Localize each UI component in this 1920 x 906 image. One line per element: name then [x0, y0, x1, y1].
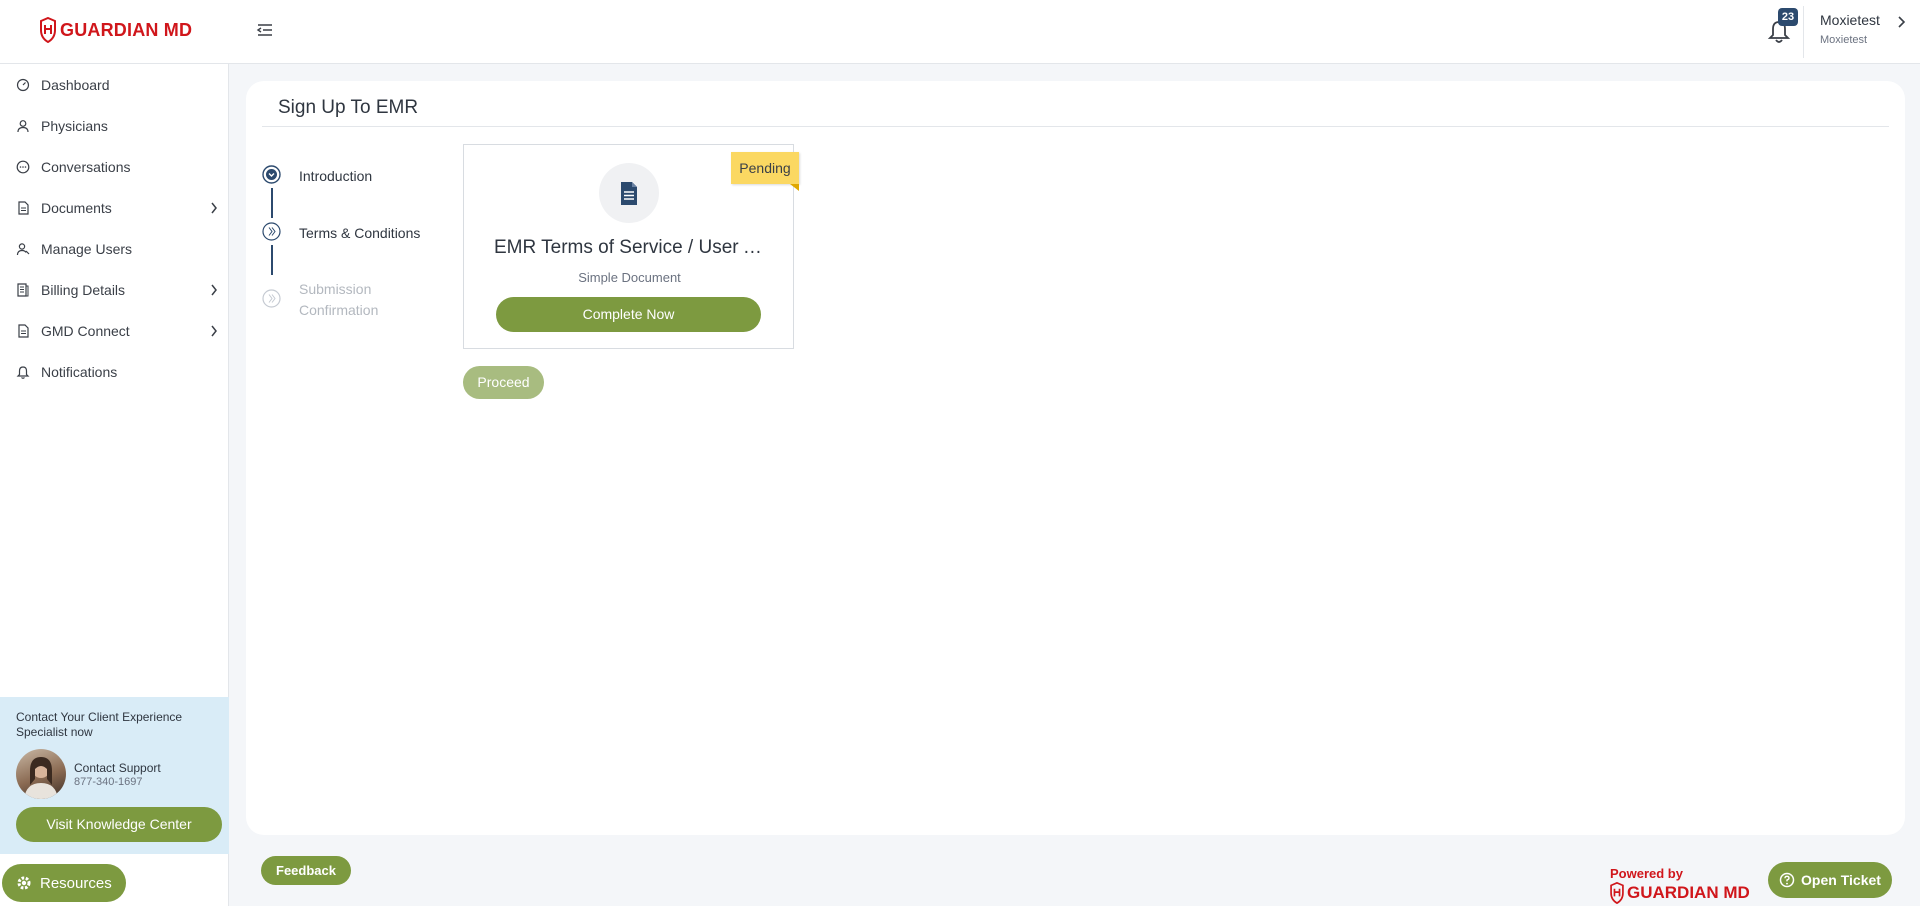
gear-icon — [17, 876, 31, 890]
sidebar-item-conversations[interactable]: Conversations — [0, 146, 228, 187]
visit-knowledge-center-button[interactable]: Visit Knowledge Center — [16, 807, 222, 842]
chevron-right-icon — [211, 325, 217, 336]
document-title: EMR Terms of Service / User Agreement — [494, 237, 769, 258]
step-current-icon — [262, 222, 281, 241]
support-panel: Contact Your Client Experience Specialis… — [0, 697, 229, 854]
sidebar-item-label: GMD Connect — [41, 322, 130, 339]
top-bar: GUARDIAN MD 23 Moxietest Moxietest — [0, 0, 1920, 64]
dashboard-gauge-icon — [16, 78, 30, 91]
chat-bubble-icon — [16, 160, 30, 173]
step-label: Submission Confirmation — [299, 281, 379, 318]
support-avatar — [16, 749, 66, 799]
person-photo-icon — [24, 757, 58, 799]
sidebar-item-documents[interactable]: Documents — [0, 187, 228, 228]
help-circle-icon — [1779, 872, 1795, 888]
users-icon — [16, 242, 30, 255]
document-icon — [18, 200, 29, 215]
powered-by-label: Powered by — [1610, 866, 1683, 881]
support-title: Contact Your Client Experience Specialis… — [16, 710, 183, 739]
complete-now-button[interactable]: Complete Now — [496, 297, 761, 332]
billing-icon — [17, 282, 29, 297]
file-text-icon — [621, 181, 637, 205]
sidebar-item-billing-details[interactable]: Billing Details — [0, 269, 228, 310]
feedback-button[interactable]: Feedback — [261, 856, 351, 885]
footer-brand-name: GUARDIAN MD — [1627, 883, 1750, 902]
header-divider — [1803, 6, 1804, 58]
sidebar-item-physicians[interactable]: Physicians — [0, 105, 228, 146]
sidebar-item-label: Dashboard — [41, 76, 110, 93]
person-icon — [17, 119, 29, 132]
chevron-right-icon — [211, 284, 217, 295]
bell-icon — [16, 365, 30, 379]
open-ticket-button[interactable]: Open Ticket — [1768, 862, 1892, 898]
chevron-right-icon[interactable] — [1896, 16, 1906, 28]
support-contact-name: Contact Support — [74, 761, 161, 775]
shield-logo-icon — [1610, 882, 1624, 904]
user-menu[interactable]: Moxietest Moxietest — [1820, 12, 1880, 46]
support-phone[interactable]: 877-340-1697 — [74, 776, 143, 788]
sidebar-item-label: Conversations — [41, 158, 131, 175]
connect-document-icon — [18, 323, 29, 338]
sidebar-item-label: Documents — [41, 199, 112, 216]
sidebar-item-manage-users[interactable]: Manage Users — [0, 228, 228, 269]
title-divider — [262, 126, 1889, 127]
brand-name: GUARDIAN MD — [60, 19, 193, 40]
sidebar-item-label: Physicians — [41, 117, 108, 134]
open-ticket-label: Open Ticket — [1801, 872, 1881, 888]
step-label: Introduction — [299, 168, 373, 184]
status-badge: Pending — [731, 152, 799, 184]
badge-fold — [790, 184, 799, 191]
sidebar-item-label: Billing Details — [41, 281, 126, 298]
user-subtitle: Moxietest — [1820, 34, 1868, 46]
sidebar-item-label: Manage Users — [41, 240, 133, 257]
resources-label: Resources — [40, 874, 112, 892]
chevron-right-icon — [211, 202, 217, 213]
page-title: Sign Up To EMR — [278, 97, 419, 118]
brand-logo[interactable]: GUARDIAN MD — [40, 14, 192, 46]
footer-brand-logo: GUARDIAN MD — [1610, 882, 1750, 904]
sidebar-item-label: Notifications — [41, 363, 118, 380]
document-icon-wrap — [599, 163, 659, 223]
document-type: Simple Document — [578, 270, 681, 285]
notification-count-badge: 23 — [1778, 8, 1798, 26]
step-upcoming-icon — [262, 289, 281, 308]
step-completed-icon — [262, 165, 281, 184]
shield-logo-icon — [40, 17, 56, 43]
sidebar-item-notifications[interactable]: Notifications — [0, 351, 228, 392]
resources-button[interactable]: Resources — [2, 864, 126, 902]
proceed-button[interactable]: Proceed — [463, 366, 544, 399]
sidebar-item-dashboard[interactable]: Dashboard — [0, 64, 228, 105]
step-connector — [271, 245, 273, 275]
menu-collapse-icon[interactable] — [256, 21, 274, 39]
user-name: Moxietest — [1820, 12, 1880, 28]
step-label: Terms & Conditions — [299, 225, 421, 241]
step-connector — [271, 188, 273, 218]
sidebar-item-gmd-connect[interactable]: GMD Connect — [0, 310, 228, 351]
